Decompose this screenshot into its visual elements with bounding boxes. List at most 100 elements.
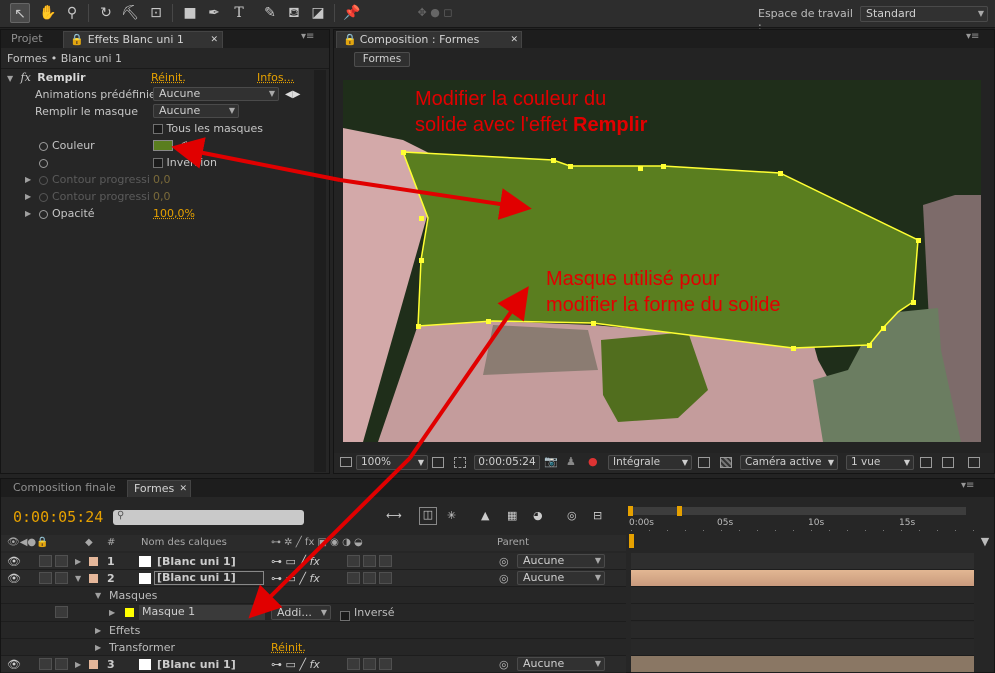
playhead[interactable] (629, 534, 634, 548)
current-time[interactable]: 0:00:05:24 (13, 508, 103, 526)
expand-triangle-icon[interactable]: ▶ (25, 188, 35, 205)
lock-toggle[interactable] (55, 555, 68, 567)
pen-tool-icon[interactable]: ✒ (204, 3, 224, 23)
comp-mini-flowchart-icon[interactable]: ⟷ (386, 509, 402, 522)
pick-whip-icon[interactable]: ◎ (499, 570, 509, 586)
expand-triangle-icon[interactable]: ▶ (75, 553, 85, 569)
work-area-end[interactable] (677, 506, 682, 516)
parent-select[interactable]: Aucune ▼ (517, 657, 605, 671)
composition-subtab[interactable]: Formes (354, 52, 410, 67)
tab-close-icon[interactable]: ✕ (179, 481, 187, 497)
stopwatch-icon[interactable] (39, 141, 48, 151)
resolution-select[interactable]: Intégrale ▼ (608, 455, 692, 470)
masks-group-row[interactable]: ▼ Masques (1, 587, 626, 604)
tab-formes[interactable]: Formes ✕ (127, 480, 191, 497)
composition-viewer[interactable]: Modifier la couleur du solide avec l'eff… (343, 80, 981, 442)
layer-switches-icon[interactable]: ⊶ ▭ ╱ fx (271, 570, 320, 586)
effect-reset-link[interactable]: Réinit. (151, 69, 186, 86)
layer-track-3[interactable] (631, 656, 974, 673)
views-select[interactable]: 1 vue ▼ (846, 455, 914, 470)
collapse-triangle-icon[interactable]: ▼ (75, 570, 85, 586)
region-icon[interactable] (340, 457, 352, 467)
switch-box[interactable] (379, 572, 392, 584)
timeline-icon[interactable] (942, 457, 954, 468)
label-color-swatch[interactable] (89, 660, 98, 669)
tab-close-icon[interactable]: ✕ (210, 32, 218, 48)
camera-tool-icon[interactable]: ⛏ (120, 3, 140, 23)
layer-track-2[interactable] (631, 570, 974, 587)
layer-switches-icon[interactable]: ⊶ ▭ ╱ fx (271, 656, 320, 672)
clone-stamp-tool-icon[interactable]: ⛾ (284, 3, 304, 23)
expand-triangle-icon[interactable]: ▶ (75, 656, 85, 672)
zoom-select[interactable]: 100% ▼ (356, 455, 428, 470)
time-ruler[interactable]: 0:00s 05s 10s 15s (628, 504, 974, 550)
lock-toggle[interactable] (55, 658, 68, 670)
eye-icon[interactable]: 👁 (7, 553, 21, 569)
expand-triangle-icon[interactable]: ▶ (95, 622, 105, 638)
collapse-triangle-icon[interactable]: ▼ (95, 587, 105, 603)
pick-whip-icon[interactable]: ◎ (499, 656, 509, 672)
tab-project[interactable]: Projet (5, 31, 49, 48)
flowchart-icon[interactable] (968, 457, 980, 468)
expand-triangle-icon[interactable]: ▶ (109, 604, 119, 620)
opacity-value[interactable]: 100,0% (153, 205, 195, 222)
invert-checkbox[interactable] (153, 158, 163, 168)
brainstorm-icon[interactable]: ◎ (567, 509, 577, 522)
switch-box[interactable] (347, 658, 360, 670)
snapshot-icon[interactable]: 📷 (544, 455, 558, 468)
work-area-start[interactable] (628, 506, 633, 516)
solo-toggle[interactable] (39, 572, 52, 584)
collapse-triangle-icon[interactable]: ▼ (7, 70, 17, 87)
layer-name[interactable]: [Blanc uni 1] (154, 571, 264, 585)
safe-zones-icon[interactable] (432, 457, 444, 468)
eye-icon[interactable]: 👁 (7, 570, 21, 586)
mask-inverted-checkbox[interactable] (340, 611, 350, 621)
tab-final-comp[interactable]: Composition finale (7, 480, 122, 497)
hand-tool-icon[interactable]: ✋ (38, 3, 58, 23)
workspace-select[interactable]: Standard ▼ (860, 6, 988, 22)
draft-3d-icon[interactable]: ◫ (419, 507, 437, 525)
fast-previews-icon[interactable] (920, 457, 932, 468)
effect-info-link[interactable]: Infos... (257, 69, 294, 86)
pan-behind-tool-icon[interactable]: ⊡ (146, 3, 166, 23)
viewer-timecode[interactable]: 0:00:05:24 (474, 455, 540, 470)
layer-switches-icon[interactable]: ⊶ ▭ ╱ fx (271, 553, 320, 569)
transform-group-row[interactable]: ▶ Transformer Réinit. (1, 639, 626, 656)
mask-mode-select[interactable]: Addi... ▼ (271, 605, 331, 620)
selection-tool-icon[interactable]: ↖ (10, 3, 30, 23)
solo-toggle[interactable] (39, 555, 52, 567)
pick-whip-icon[interactable]: ◎ (499, 553, 509, 569)
panel-menu-icon[interactable]: ▾≡ (966, 31, 979, 42)
presets-select[interactable]: Aucune ▼ (153, 87, 279, 101)
brush-tool-icon[interactable]: ✎ (260, 3, 280, 23)
parent-select[interactable]: Aucune ▼ (517, 554, 605, 568)
expand-triangle-icon[interactable]: ▶ (95, 639, 105, 655)
fx-icon[interactable]: fx (21, 71, 31, 84)
hide-shy-icon[interactable]: ✳ (447, 509, 456, 522)
stopwatch-icon[interactable] (39, 209, 48, 219)
channel-icon[interactable]: ● (588, 455, 598, 468)
puppet-pin-tool-icon[interactable]: 📌 (342, 3, 362, 23)
layer-search-input[interactable]: ⚲ (113, 510, 304, 525)
layer-name[interactable]: [Blanc uni 1] (157, 553, 236, 569)
tab-close-icon[interactable]: ✕ (510, 32, 518, 48)
tab-composition[interactable]: 🔒 Composition : Formes ✕ (336, 31, 522, 48)
comp-button-icon[interactable]: ▼ (976, 535, 994, 551)
switch-box[interactable] (379, 658, 392, 670)
switch-box[interactable] (379, 555, 392, 567)
tab-effects[interactable]: 🔒 Effets Blanc uni 1 ✕ (63, 31, 223, 48)
mask-color-swatch[interactable] (125, 608, 134, 617)
mask-row[interactable]: ▶ Masque 1 Addi... ▼ Inversé (1, 604, 626, 622)
show-snapshot-icon[interactable]: ♟ (566, 455, 576, 468)
stopwatch-icon[interactable] (39, 158, 48, 168)
preset-nav-icon[interactable]: ◀▶ (285, 86, 300, 103)
expand-triangle-icon[interactable]: ▶ (25, 205, 35, 222)
expand-triangle-icon[interactable]: ▶ (25, 171, 35, 188)
text-tool-icon[interactable]: T (229, 3, 249, 23)
solo-toggle[interactable] (39, 658, 52, 670)
fill-mask-select[interactable]: Aucune ▼ (153, 104, 239, 118)
render-icon[interactable]: ⊟ (593, 509, 602, 522)
roi-icon[interactable] (698, 457, 710, 468)
mask-visibility-icon[interactable] (454, 457, 466, 468)
switch-box[interactable] (363, 572, 376, 584)
